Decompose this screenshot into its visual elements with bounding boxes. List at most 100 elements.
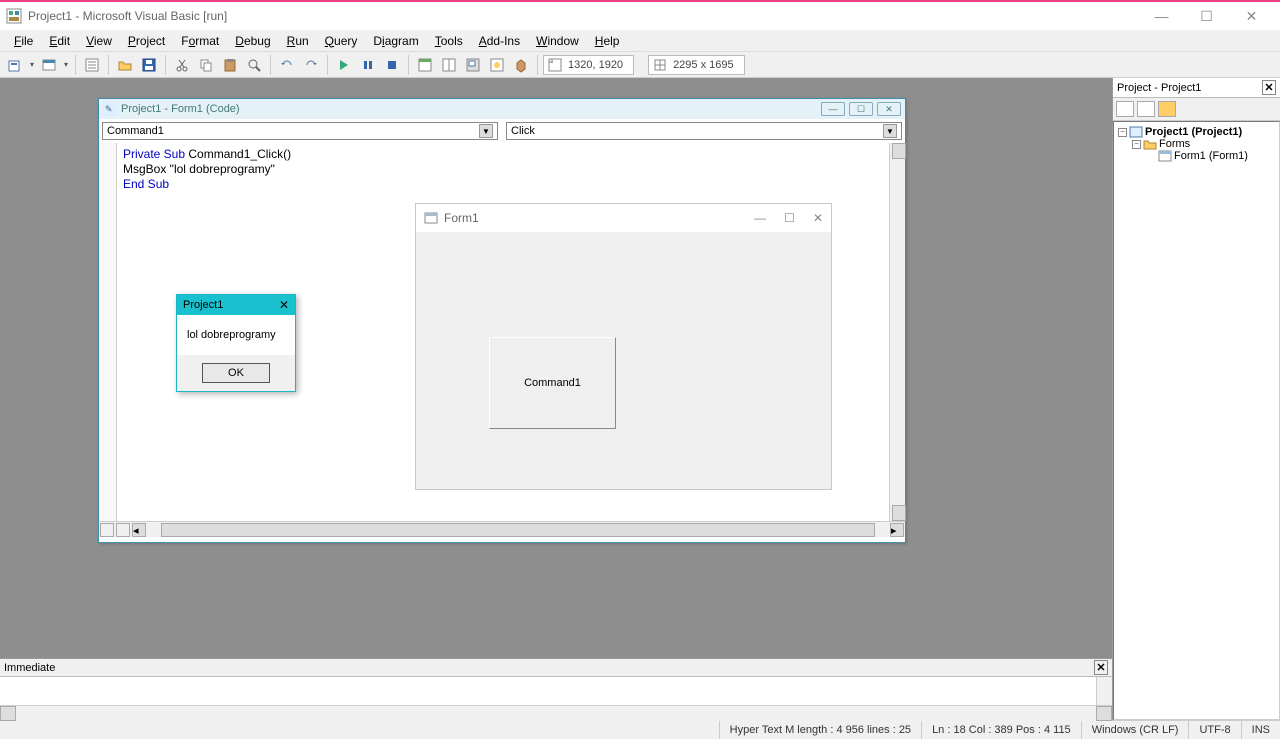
position-display: 1320, 1920 xyxy=(543,55,634,75)
code-window-title: Project1 - Form1 (Code) xyxy=(121,103,240,115)
position-text: 1320, 1920 xyxy=(562,59,629,71)
window-minimize-button[interactable]: — xyxy=(1139,2,1184,30)
form-layout-icon[interactable] xyxy=(462,54,484,76)
save-icon[interactable] xyxy=(138,54,160,76)
add-project-icon[interactable] xyxy=(4,54,26,76)
hscroll-right-icon[interactable] xyxy=(1096,706,1112,721)
immediate-vertical-scrollbar[interactable] xyxy=(1096,677,1112,705)
code-vertical-scrollbar[interactable] xyxy=(889,143,905,521)
redo-icon[interactable] xyxy=(300,54,322,76)
menu-view[interactable]: View xyxy=(78,32,120,50)
window-close-button[interactable]: ✕ xyxy=(1229,2,1274,30)
project-explorer-close-button[interactable]: ✕ xyxy=(1262,80,1276,95)
menu-edit[interactable]: Edit xyxy=(41,32,78,50)
form1-minimize-button[interactable]: — xyxy=(754,211,766,225)
project-explorer-title: Project - Project1 xyxy=(1117,82,1201,94)
form-icon xyxy=(424,211,438,225)
add-project-dropdown[interactable]: ▾ xyxy=(28,60,36,69)
code-maximize-button[interactable]: ☐ xyxy=(849,102,873,116)
project-tree[interactable]: − Project1 (Project1) − Forms Form1 (For… xyxy=(1113,121,1280,720)
menu-help[interactable]: Help xyxy=(587,32,628,50)
menu-format[interactable]: Format xyxy=(173,32,227,50)
size-display: 2295 x 1695 xyxy=(648,55,745,75)
message-box-text: lol dobreprogramy xyxy=(177,315,295,355)
vb-icon xyxy=(6,8,22,24)
immediate-horizontal-scrollbar[interactable] xyxy=(0,705,1112,721)
object-combo[interactable]: Command1 ▼ xyxy=(102,122,498,140)
collapse-icon[interactable]: − xyxy=(1118,128,1127,137)
open-icon[interactable] xyxy=(114,54,136,76)
toggle-folders-button[interactable] xyxy=(1158,101,1176,117)
hscroll-left[interactable]: ◂ xyxy=(132,523,146,537)
menu-query[interactable]: Query xyxy=(317,32,366,50)
run-icon[interactable] xyxy=(333,54,355,76)
procedure-combo[interactable]: Click ▼ xyxy=(506,122,902,140)
status-bar: Hyper Text M length : 4 956 lines : 25 L… xyxy=(0,720,1280,739)
code-close-button[interactable]: ✕ xyxy=(877,102,901,116)
immediate-close-button[interactable]: ✕ xyxy=(1094,660,1108,675)
code-minimize-button[interactable]: — xyxy=(821,102,845,116)
view-code-button[interactable] xyxy=(1116,101,1134,117)
copy-icon[interactable] xyxy=(195,54,217,76)
message-box-ok-button[interactable]: OK xyxy=(202,363,270,383)
toolbox-icon[interactable] xyxy=(510,54,532,76)
add-form-icon[interactable] xyxy=(38,54,60,76)
menu-file[interactable]: File xyxy=(6,32,41,50)
procedure-view-button[interactable] xyxy=(100,523,114,537)
form-icon xyxy=(1158,150,1172,162)
form1-title: Form1 xyxy=(444,211,479,225)
code-gutter xyxy=(99,143,117,521)
message-box-titlebar[interactable]: Project1 ✕ xyxy=(177,295,295,315)
size-icon xyxy=(653,58,667,72)
tree-project-node[interactable]: − Project1 (Project1) xyxy=(1118,126,1275,138)
folder-icon xyxy=(1143,138,1157,150)
message-box-close-button[interactable]: ✕ xyxy=(279,298,289,312)
project-explorer: Project - Project1 ✕ − Project1 (Project… xyxy=(1112,78,1280,720)
view-object-button[interactable] xyxy=(1137,101,1155,117)
menu-editor-icon[interactable] xyxy=(81,54,103,76)
cut-icon[interactable] xyxy=(171,54,193,76)
form1-window: Form1 — ☐ ✕ Command1 xyxy=(415,203,832,490)
form1-body: Command1 xyxy=(416,232,831,488)
add-form-dropdown[interactable]: ▾ xyxy=(62,60,70,69)
tree-forms-folder[interactable]: − Forms xyxy=(1118,138,1275,150)
chevron-down-icon[interactable]: ▼ xyxy=(479,124,493,138)
menu-window[interactable]: Window xyxy=(528,32,587,50)
collapse-icon[interactable]: − xyxy=(1132,140,1141,149)
project-explorer-icon[interactable] xyxy=(414,54,436,76)
find-icon[interactable] xyxy=(243,54,265,76)
window-maximize-button[interactable]: ☐ xyxy=(1184,2,1229,30)
status-encoding: UTF-8 xyxy=(1188,721,1240,739)
code-horizontal-scrollbar[interactable] xyxy=(161,523,875,537)
procedure-combo-value: Click xyxy=(511,125,535,137)
paste-icon[interactable] xyxy=(219,54,241,76)
immediate-input[interactable] xyxy=(0,677,1112,705)
undo-icon[interactable] xyxy=(276,54,298,76)
code-window-titlebar[interactable]: ✎ Project1 - Form1 (Code) — ☐ ✕ xyxy=(99,99,905,119)
toolbar: ▾ ▾ 1320, 1920 2295 x 1695 xyxy=(0,52,1280,78)
menu-debug[interactable]: Debug xyxy=(227,32,278,50)
properties-icon[interactable] xyxy=(438,54,460,76)
position-icon xyxy=(548,58,562,72)
menu-run[interactable]: Run xyxy=(279,32,317,50)
form1-close-button[interactable]: ✕ xyxy=(813,211,823,225)
form1-maximize-button[interactable]: ☐ xyxy=(784,211,795,225)
menu-tools[interactable]: Tools xyxy=(427,32,471,50)
pause-icon[interactable] xyxy=(357,54,379,76)
hscroll-right[interactable]: ▸ xyxy=(890,523,904,537)
immediate-window: Immediate ✕ xyxy=(0,658,1112,720)
object-browser-icon[interactable] xyxy=(486,54,508,76)
app-titlebar: Project1 - Microsoft Visual Basic [run] … xyxy=(0,0,1280,30)
menu-project[interactable]: Project xyxy=(120,32,173,50)
chevron-down-icon[interactable]: ▼ xyxy=(883,124,897,138)
tree-form1-node[interactable]: Form1 (Form1) xyxy=(1118,150,1275,162)
command1-button[interactable]: Command1 xyxy=(489,337,616,429)
hscroll-left-icon[interactable] xyxy=(0,706,16,721)
stop-icon[interactable] xyxy=(381,54,403,76)
menu-diagram[interactable]: Diagram xyxy=(365,32,426,50)
status-eol: Windows (CR LF) xyxy=(1081,721,1189,739)
form1-titlebar[interactable]: Form1 — ☐ ✕ xyxy=(416,204,831,232)
code-icon: ✎ xyxy=(103,102,117,116)
menu-addins[interactable]: Add-Ins xyxy=(471,32,528,50)
full-module-view-button[interactable] xyxy=(116,523,130,537)
